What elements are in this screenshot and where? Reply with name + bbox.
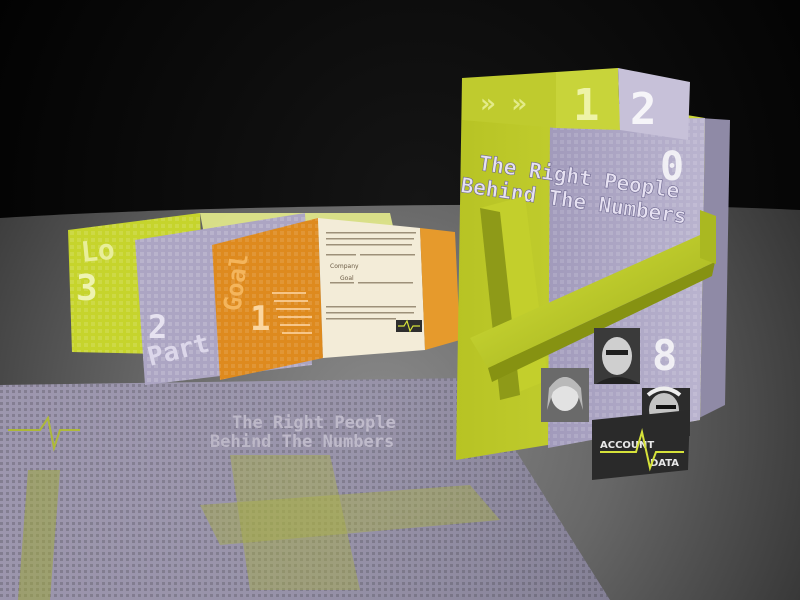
reflection-title-line2: Behind The Numbers bbox=[210, 432, 394, 452]
side-digit-0: 0 bbox=[660, 144, 684, 190]
yellow-digit: 3 bbox=[76, 268, 98, 309]
photo-woman bbox=[541, 368, 589, 422]
reflection-title-line1: The Right People bbox=[232, 413, 396, 433]
tab-digit-1: 1 bbox=[573, 80, 600, 131]
tab-chevrons: » » bbox=[480, 89, 527, 119]
side-digit-8: 8 bbox=[652, 331, 677, 380]
logo-data: DATA bbox=[650, 458, 679, 469]
form-label-company: Company bbox=[330, 263, 359, 270]
main-brochure: 1 2 » » The Right People Behind The Numb… bbox=[456, 68, 730, 480]
scene-graphic: The Right People Behind The Numbers Lo 3… bbox=[0, 0, 800, 600]
tab-digit-2: 2 bbox=[630, 84, 657, 135]
orange-digit: 1 bbox=[250, 299, 270, 339]
product-scene: The Right People Behind The Numbers Lo 3… bbox=[0, 0, 800, 600]
photo-man-glasses bbox=[594, 328, 640, 384]
yellow-word: Lo bbox=[79, 233, 116, 269]
form-label-goal: Goal bbox=[340, 275, 354, 282]
